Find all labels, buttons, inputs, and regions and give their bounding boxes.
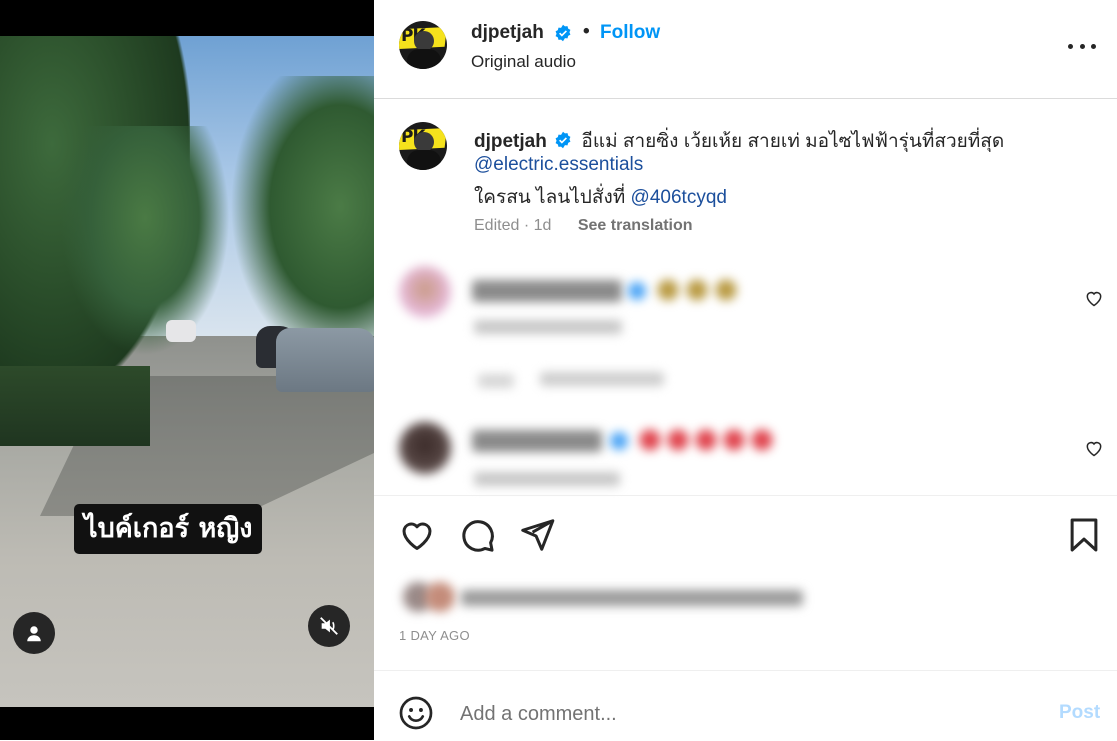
comment-verified-blurred [610, 432, 628, 450]
liked-by-row[interactable] [399, 578, 819, 616]
video-frame[interactable] [0, 36, 374, 707]
reel-video-player[interactable]: ไบค์เกอร์ หญิง [0, 0, 374, 740]
post-action-bar [374, 510, 1117, 560]
more-dot [1091, 43, 1096, 49]
caption-mention-link[interactable]: @electric.essentials [474, 154, 643, 175]
more-options-icon[interactable] [1068, 34, 1096, 58]
comment-username-blurred[interactable] [472, 430, 602, 452]
muted-speaker-icon [320, 617, 338, 635]
view-replies-blurred[interactable] [540, 372, 664, 386]
avatar-head [414, 31, 434, 51]
verified-badge-icon [555, 131, 571, 149]
paper-plane-icon[interactable] [518, 516, 556, 554]
comment-emoji-blurred [638, 428, 778, 452]
mute-toggle-button[interactable] [308, 605, 350, 647]
original-audio-link[interactable]: Original audio [471, 52, 576, 72]
caption-line-3: ใครสน ไลนไปสั่งที่ @406tcyqd [474, 182, 727, 212]
username-link[interactable]: djpetjah [471, 22, 544, 44]
separator-dot: • [583, 21, 590, 42]
tagged-users-button[interactable] [13, 612, 55, 654]
post-comment-button[interactable]: Post [1059, 702, 1100, 724]
avatar[interactable]: PK [399, 122, 447, 170]
avatar-head [414, 132, 434, 152]
caption-text: อีแม่ สายซิ่ง เว้ยเห้ย สายเท่ มอไซไฟฟ้าร… [581, 131, 1005, 152]
video-scene-tree [230, 76, 374, 366]
caption-meta: Edited · 1d See translation [474, 217, 693, 235]
caption-line-link[interactable]: @406tcyqd [631, 187, 727, 208]
avatar-body [407, 49, 441, 69]
comment-meta-blurred [474, 320, 622, 334]
heart-outline-icon[interactable] [1084, 288, 1104, 308]
more-dot [1079, 43, 1085, 49]
follow-button[interactable]: Follow [600, 22, 660, 44]
comment-username-blurred[interactable] [472, 280, 622, 302]
liked-by-text-blurred [461, 590, 803, 606]
comment-meta-blurred [474, 472, 620, 486]
comment-bubble-icon[interactable] [458, 516, 496, 554]
caption-line-1: djpetjah อีแม่ สายซิ่ง เว้ยเห้ย สายเท่ ม… [474, 126, 1004, 156]
verified-badge-icon [555, 24, 571, 42]
heart-icon[interactable] [398, 516, 436, 554]
caption-username[interactable]: djpetjah [474, 131, 547, 152]
comment-verified-blurred [628, 282, 646, 300]
video-caption-overlay: ไบค์เกอร์ หญิง [74, 504, 263, 554]
bookmark-icon[interactable] [1065, 516, 1103, 554]
caption-line-2: @electric.essentials [474, 154, 643, 176]
avatar[interactable]: PK [399, 21, 447, 69]
see-translation-button[interactable]: See translation [578, 217, 693, 234]
video-scene-hedge [0, 366, 150, 446]
caption-text-line3: ใครสน ไลนไปสั่งที่ [474, 187, 626, 208]
avatar-body [407, 150, 441, 170]
smiley-icon[interactable] [398, 695, 434, 731]
divider [374, 495, 1117, 496]
comment-composer: Post [374, 670, 1117, 741]
caption-edited-time: Edited · 1d [474, 217, 552, 234]
post-date[interactable]: 1 DAY AGO [399, 628, 470, 643]
video-scene-car [276, 328, 374, 392]
user-icon [27, 626, 41, 642]
view-replies-line-blurred [478, 374, 514, 388]
comment-emoji-blurred [656, 278, 738, 302]
liked-by-avatar [425, 582, 455, 612]
comment-input[interactable] [458, 695, 1022, 733]
heart-outline-icon[interactable] [1084, 438, 1104, 458]
video-scene-car [166, 320, 196, 342]
comment-avatar[interactable] [399, 266, 451, 318]
post-header: PK djpetjah • Follow Original audio [374, 0, 1117, 99]
comment-avatar[interactable] [399, 422, 451, 474]
more-dot [1068, 43, 1073, 49]
post-details-panel: PK djpetjah • Follow Original audio PK d… [374, 0, 1117, 740]
video-scene-tree [60, 126, 230, 356]
